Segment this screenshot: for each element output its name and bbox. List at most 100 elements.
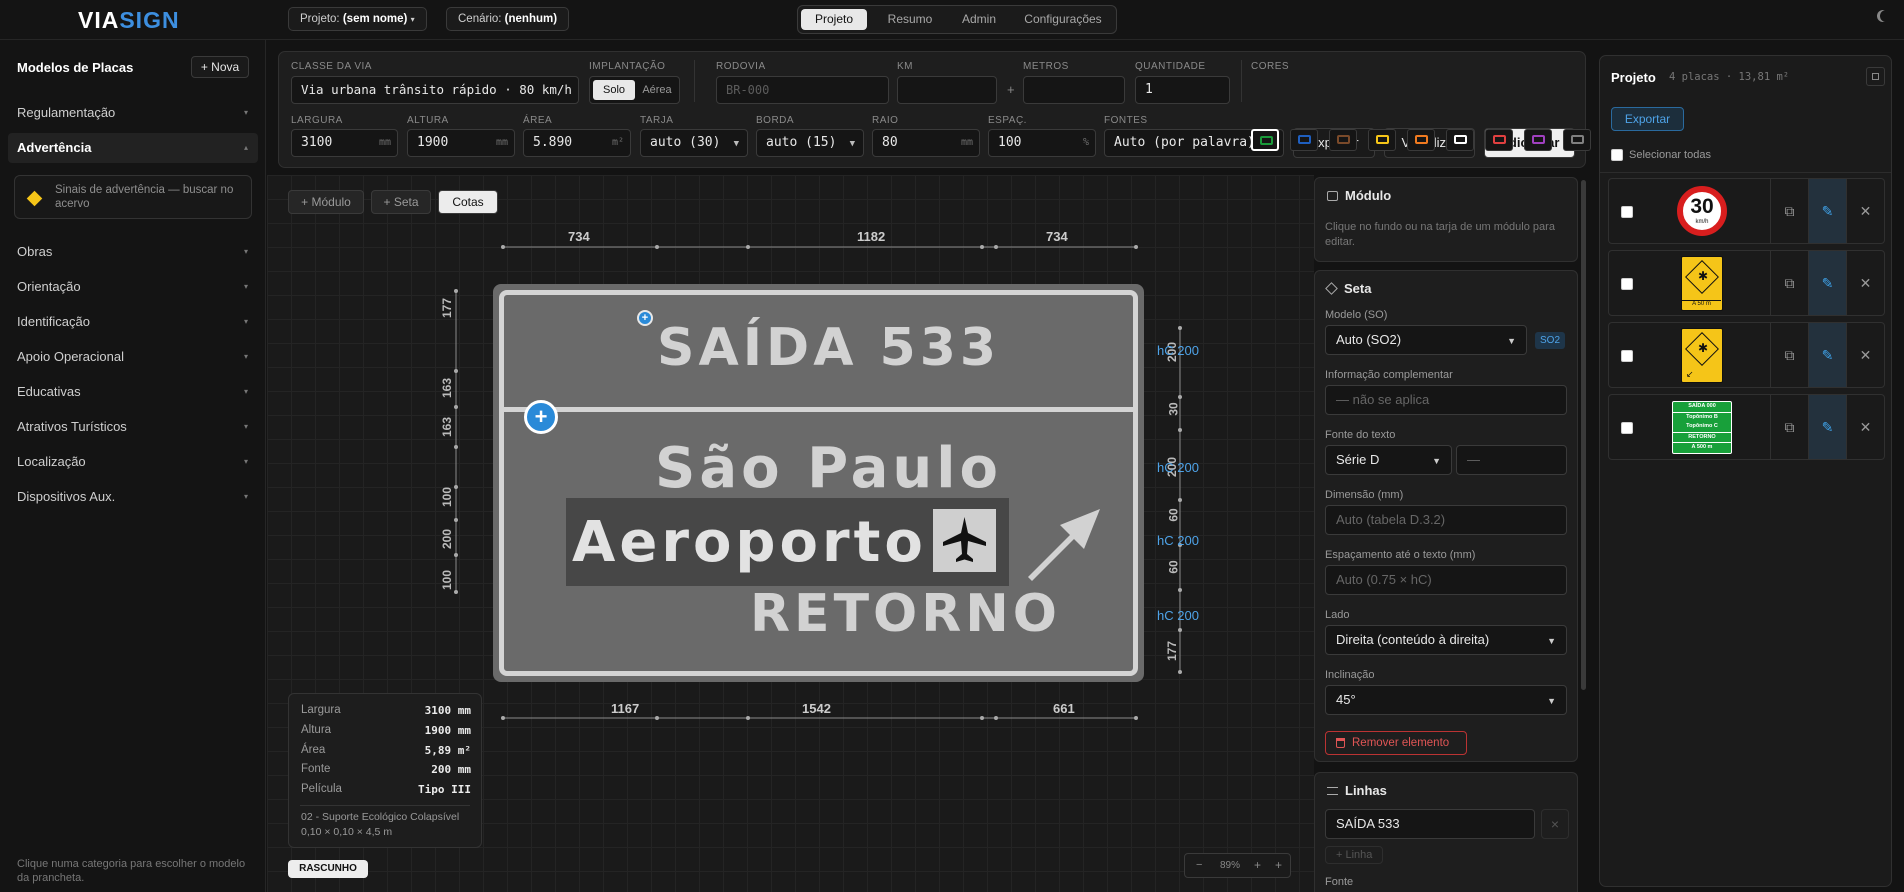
dimensao-input[interactable]: Auto (tabela D.3.2) [1325,505,1567,535]
project-item-1[interactable]: 30 km/h ⧉ ✎ ✕ [1608,178,1885,244]
expand-icon[interactable] [1866,67,1885,86]
zoom-out-button[interactable]: − [1196,859,1202,871]
category-obras[interactable]: Obras ▾ [8,237,258,267]
category-educativas[interactable]: Educativas ▾ [8,377,258,407]
sign-line-aeroporto[interactable]: Aeroporto [572,510,927,575]
item-checkbox[interactable] [1621,278,1633,290]
color-swatch-7[interactable] [1485,129,1513,151]
fonte-extra-input[interactable]: — [1456,445,1567,475]
duplicate-icon[interactable]: ⧉ [1770,395,1808,459]
color-swatch-1[interactable] [1251,129,1279,151]
inclinacao-select[interactable]: 45° ▼ [1325,685,1567,715]
category-apoio-operacional[interactable]: Apoio Operacional ▾ [8,342,258,372]
metros-input[interactable] [1023,76,1125,104]
duplicate-icon[interactable]: ⧉ [1770,179,1808,243]
airplane-pictogram[interactable] [933,509,996,572]
classe-via-select[interactable]: Via urbana trânsito rápido · 80 km/h [291,76,579,104]
delete-icon[interactable]: ✕ [1846,323,1884,387]
edit-icon[interactable]: ✎ [1808,395,1846,459]
color-swatch-2[interactable] [1290,129,1318,151]
altura-input[interactable]: 1900 mm [407,129,515,157]
tab-projeto[interactable]: Projeto [801,9,867,30]
remove-line-icon[interactable]: × [1541,809,1569,839]
color-swatch-9[interactable] [1563,129,1591,151]
category-dispositivos-aux[interactable]: Dispositivos Aux. ▾ [8,482,258,512]
color-swatch-6[interactable] [1446,129,1474,151]
zoom-in-button[interactable]: + [1254,858,1261,872]
add-module-button[interactable]: + Módulo [288,190,364,214]
add-arrow-button[interactable]: + Seta [371,190,431,214]
remove-element-button[interactable]: Remover elemento [1325,731,1467,755]
moon-icon[interactable] [1880,10,1892,22]
project-item-3[interactable]: ✱ ↙ ⧉ ✎ ✕ [1608,322,1885,388]
color-swatch-5[interactable] [1407,129,1435,151]
edit-icon[interactable]: ✎ [1808,251,1846,315]
project-item-2[interactable]: ✱ A 50 m ⧉ ✎ ✕ [1608,250,1885,316]
delete-icon[interactable]: ✕ [1846,179,1884,243]
largura-input[interactable]: 3100 mm [291,129,398,157]
info-value: 1900 mm [424,724,471,737]
raio-input[interactable]: 80 mm [872,129,980,157]
tab-configuracoes[interactable]: Configurações [1012,9,1114,30]
delete-icon[interactable]: ✕ [1846,251,1884,315]
category-atrativos-turisticos[interactable]: Atrativos Turísticos ▾ [8,412,258,442]
color-swatch-4[interactable] [1368,129,1396,151]
delete-icon[interactable]: ✕ [1846,395,1884,459]
sign-line-saida[interactable]: SAÍDA 533 [657,318,1000,378]
advertencia-search-card[interactable]: Sinais de advertência — buscar no acervo [14,175,252,219]
add-line-handle-icon[interactable]: + [637,310,653,326]
area-input[interactable]: 5.890 m² [523,129,631,157]
borda-select[interactable]: auto (15) ▼ [756,129,864,157]
duplicate-icon[interactable]: ⧉ [1770,251,1808,315]
project-export-button[interactable]: Exportar [1611,107,1684,131]
fonte-texto-select[interactable]: Série D ▼ [1325,445,1452,475]
project-value: (sem nome) [342,13,408,25]
duplicate-icon[interactable]: ⧉ [1770,323,1808,387]
raio-value: 80 [882,135,898,150]
arrow-title: Seta [1325,281,1371,296]
category-identificacao[interactable]: Identificação ▾ [8,307,258,337]
add-element-icon[interactable]: + [524,400,558,434]
modelo-select[interactable]: Auto (SO2) ▼ [1325,325,1527,355]
lado-select[interactable]: Direita (conteúdo à direita) ▼ [1325,625,1567,655]
app-logo[interactable]: VIASIGN [78,7,180,34]
implantacao-solo[interactable]: Solo [593,80,635,100]
category-advertencia[interactable]: Advertência ▴ [8,133,258,163]
item-checkbox[interactable] [1621,206,1633,218]
dim-right-4: 60 [1166,508,1181,522]
rodovia-input[interactable]: BR-000 [716,76,889,104]
properties-scrollbar[interactable] [1581,180,1586,690]
add-line-button[interactable]: + Linha [1325,846,1384,864]
item-checkbox[interactable] [1621,422,1633,434]
dimensions-toggle[interactable]: Cotas [438,190,498,214]
espacamento-input[interactable]: 100% [988,129,1096,157]
sign-line-sao-paulo[interactable]: São Paulo [655,436,1002,501]
category-orientacao[interactable]: Orientação ▾ [8,272,258,302]
category-localizacao[interactable]: Localização ▾ [8,447,258,477]
item-checkbox[interactable] [1621,350,1633,362]
edit-icon[interactable]: ✎ [1808,179,1846,243]
category-regulamentacao[interactable]: Regulamentação ▾ [8,98,258,128]
tab-admin[interactable]: Admin [950,9,1008,30]
color-swatch-3[interactable] [1329,129,1357,151]
project-item-4[interactable]: SAÍDA 000 Topônimo B Topônimo C RETORNO … [1608,394,1885,460]
swatch-color [1260,136,1273,145]
espacamento-input[interactable]: Auto (0.75 × hC) [1325,565,1567,595]
tab-resumo[interactable]: Resumo [874,9,946,30]
project-selector[interactable]: Projeto: (sem nome) ▾ [288,7,427,31]
new-template-button[interactable]: + Nova [191,56,249,78]
color-swatch-8[interactable] [1524,129,1552,151]
select-all-checkbox[interactable] [1611,149,1623,161]
info-comp-input[interactable]: — não se aplica [1325,385,1567,415]
diagonal-arrow-icon[interactable] [1022,503,1102,583]
km-input[interactable] [897,76,997,104]
edit-icon[interactable]: ✎ [1808,323,1846,387]
zoom-fit-button[interactable]: + [1275,858,1282,872]
tarja-select[interactable]: auto (30) ▼ [640,129,748,157]
speed-limit-thumb: 30 km/h [1677,186,1727,236]
implantacao-aerea[interactable]: Aérea [637,80,677,100]
scenario-selector[interactable]: Cenário: (nenhum) [446,7,570,31]
quantidade-input[interactable]: 1 [1135,76,1230,104]
sign-line-retorno[interactable]: RETORNO [750,584,1061,644]
line-1-input[interactable]: SAÍDA 533 [1325,809,1535,839]
